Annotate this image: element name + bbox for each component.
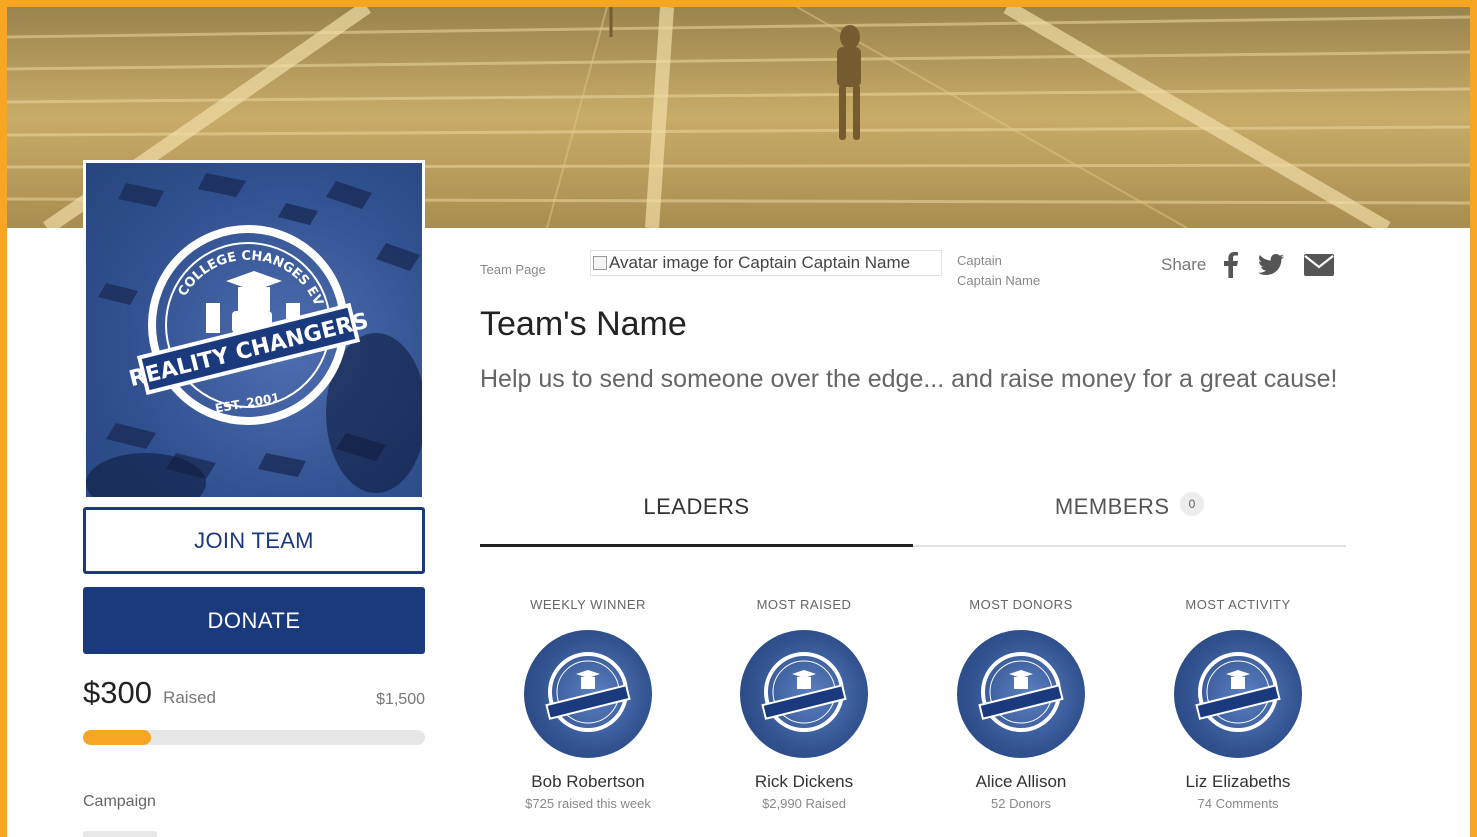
leader-stat: 52 Donors (991, 796, 1051, 811)
team-tagline: Help us to send someone over the edge...… (480, 365, 1338, 393)
leader-card[interactable]: MOST ACTIVITY Liz Elizabeths 74 Comments (1130, 597, 1346, 811)
team-logo-card: COLLEGE CHANGES EVERYTHING REALITY CHANG… (83, 160, 425, 500)
share-label: Share (1161, 255, 1207, 274)
campaign-thumbnail[interactable] (83, 831, 157, 837)
leader-name[interactable]: Liz Elizabeths (1130, 772, 1346, 792)
progress-fill (83, 730, 152, 745)
page-frame: COLLEGE CHANGES EVERYTHING REALITY CHANG… (7, 7, 1470, 837)
tab-leaders[interactable]: LEADERS (480, 487, 913, 547)
leader-category: MOST ACTIVITY (1185, 597, 1291, 612)
donate-button[interactable]: DONATE (83, 587, 425, 654)
fundraising-progress-bar (83, 730, 425, 745)
raised-amount: $300 (83, 675, 152, 710)
graduation-caps-art: COLLEGE CHANGES EVERYTHING REALITY CHANG… (86, 163, 422, 497)
team-logo-badge (1195, 652, 1281, 732)
leader-name[interactable]: Bob Robertson (480, 772, 696, 792)
leader-name[interactable]: Alice Allison (913, 772, 1129, 792)
leader-category: WEEKLY WINNER (530, 597, 646, 612)
email-icon[interactable] (1304, 254, 1335, 276)
join-team-button[interactable]: JOIN TEAM (83, 507, 425, 574)
leader-card[interactable]: MOST RAISED Rick Dickens $2,990 Raised (696, 597, 912, 811)
leader-card[interactable]: MOST DONORS Alice Allison 52 Donors (913, 597, 1129, 811)
logo-est: EST. 2001 (214, 390, 281, 415)
leader-category: MOST DONORS (969, 597, 1073, 612)
campaign-label: Campaign (83, 793, 156, 810)
team-logo-badge (761, 652, 847, 732)
tab-leaders-label: LEADERS (643, 494, 750, 519)
share-bar: Share (1161, 250, 1354, 280)
captain-avatar-alt: Avatar image for Captain Captain Name (609, 253, 911, 272)
captain-label: Captain (957, 253, 1002, 268)
team-page-label: Team Page (480, 262, 546, 277)
captain-info: Captain Captain Name (957, 251, 1040, 291)
leader-avatar[interactable] (524, 630, 652, 758)
leader-stat: 74 Comments (1197, 796, 1279, 811)
members-count-badge: 0 (1180, 492, 1205, 516)
leaders-grid: WEEKLY WINNER Bob Robertson $725 raised … (480, 597, 1346, 827)
team-logo-image: COLLEGE CHANGES EVERYTHING REALITY CHANG… (86, 163, 422, 497)
leader-avatar[interactable] (957, 630, 1085, 758)
captain-avatar: Avatar image for Captain Captain Name (590, 250, 942, 276)
leader-category: MOST RAISED (756, 597, 852, 612)
captain-name[interactable]: Captain Name (957, 271, 1040, 291)
tab-members-label: MEMBERS (1054, 494, 1170, 519)
team-logo-badge (978, 652, 1064, 732)
tabs: LEADERS MEMBERS 0 (480, 487, 1346, 547)
raised-summary: $300 Raised $1,500 (83, 675, 425, 715)
leader-avatar[interactable] (740, 630, 868, 758)
twitter-icon[interactable] (1258, 254, 1285, 276)
leader-avatar[interactable] (1174, 630, 1302, 758)
goal-amount: $1,500 (376, 691, 425, 708)
raised-label: Raised (163, 688, 216, 707)
team-name: Team's Name (480, 305, 687, 343)
broken-image-icon (593, 256, 607, 270)
leader-card[interactable]: WEEKLY WINNER Bob Robertson $725 raised … (480, 597, 696, 811)
leader-stat: $2,990 Raised (762, 796, 846, 811)
facebook-icon[interactable] (1224, 252, 1239, 278)
team-logo-badge (545, 652, 631, 732)
tab-members[interactable]: MEMBERS 0 (913, 487, 1346, 547)
leader-name[interactable]: Rick Dickens (696, 772, 912, 792)
leader-stat: $725 raised this week (525, 796, 651, 811)
